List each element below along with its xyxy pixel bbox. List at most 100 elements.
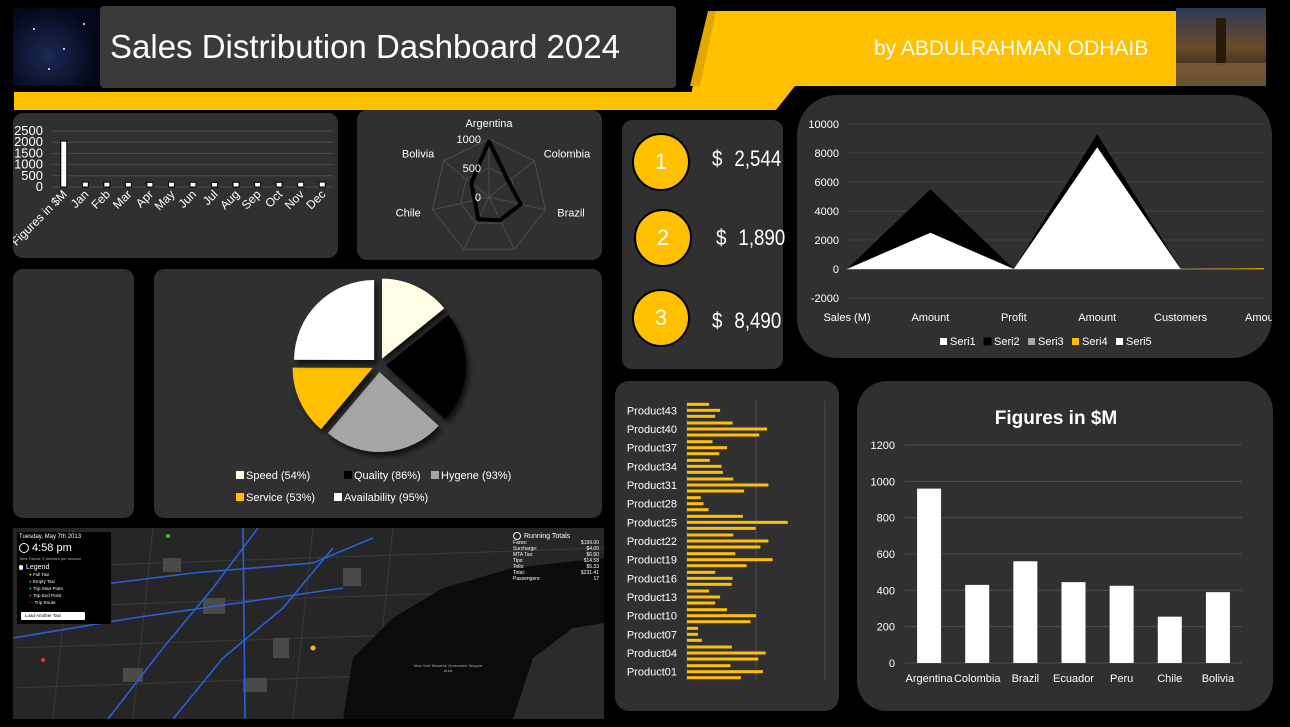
legend-label: Seri2 <box>994 336 1020 348</box>
bar <box>687 601 716 605</box>
x-tick-label: Colombia <box>954 673 1001 685</box>
map-date: Tuesday, May 7th 2013 <box>19 534 82 540</box>
kpi-3-currency: $ <box>712 308 723 333</box>
x-tick-label: Sales (M) <box>823 312 870 324</box>
y-tick-label: 2000 <box>815 235 839 247</box>
x-tick-label: Peru <box>1110 673 1133 685</box>
bar <box>167 181 175 188</box>
radar-category-label: Argentina <box>465 118 513 130</box>
y-tick-label: 4000 <box>815 206 839 218</box>
bar <box>687 402 710 406</box>
legend-label: Seri4 <box>1082 336 1108 348</box>
legend-label: Quality (86%) <box>354 470 421 482</box>
legend-swatch <box>1028 338 1035 345</box>
bar <box>1109 585 1134 663</box>
y-tick-label: Product01 <box>627 667 677 679</box>
bar <box>687 464 722 468</box>
bar <box>1157 616 1182 663</box>
x-tick-label: Figures in $M <box>13 187 70 248</box>
x-tick-label: Chile <box>1157 673 1182 685</box>
x-tick-label: Nov <box>282 187 307 212</box>
bar <box>687 446 728 450</box>
chart-title: Figures in $M <box>995 408 1117 429</box>
pie-chart: Speed (54%) Quality (86%) Hygene (93%) Serv… <box>236 278 511 504</box>
x-tick-label: Oct <box>262 187 286 211</box>
map-legend-title: Legend <box>26 564 50 571</box>
radar-category-label: Brazil <box>557 208 585 220</box>
radar-category-label: Bolivia <box>402 148 435 160</box>
y-tick-label: 600 <box>877 549 895 561</box>
legend-swatch <box>940 338 947 345</box>
x-tick-label: Sep <box>239 187 264 212</box>
y-tick-label: Product07 <box>627 629 677 641</box>
legend-label: Seri5 <box>1126 336 1152 348</box>
legend-item: ● Full Taxi <box>29 572 50 577</box>
radar-tick-label: 500 <box>463 163 481 175</box>
x-tick-label: Jun <box>176 187 200 211</box>
load-taxi-button[interactable]: Load Another Taxi <box>21 612 85 620</box>
kpi-1-value: $ 2,544 <box>712 146 781 172</box>
bar <box>687 570 716 574</box>
y-tick-label: 800 <box>877 513 895 525</box>
bar <box>687 458 710 462</box>
author-label: by ABDULRAHMAN ODHAIB <box>874 37 1149 60</box>
radar-series <box>469 139 523 223</box>
running-totals-title: Running Totals <box>524 532 571 540</box>
y-tick-label: Product16 <box>627 573 677 585</box>
accent-stripe <box>14 92 790 110</box>
legend-swatch <box>334 493 342 501</box>
bar <box>318 181 326 188</box>
x-tick-label: Customers <box>1154 312 1208 324</box>
bar <box>687 651 766 655</box>
radar-chart: ArgentinaColombiaBrazilEcuadorPeruChileB… <box>396 118 591 250</box>
x-tick-label: Amount <box>911 312 949 324</box>
y-tick-label: Product13 <box>627 592 677 604</box>
products-chart: Product43 Product40 Product37 Product34 Prod… <box>627 401 826 681</box>
bar <box>687 483 769 487</box>
bar <box>687 514 743 518</box>
bar <box>687 626 699 630</box>
x-tick-label: Aug <box>217 187 242 212</box>
kpi-1-rank-badge: 1 <box>632 133 690 191</box>
kpi-3-value: $ 8,490 <box>712 308 781 334</box>
map-info-box: Tuesday, May 7th 2013 4:58 pm Time Facto… <box>17 532 111 624</box>
bar <box>189 181 197 188</box>
bar <box>687 595 721 599</box>
legend-swatch <box>236 493 244 501</box>
y-tick-label: Product37 <box>627 443 677 455</box>
bar <box>687 545 761 549</box>
y-tick-label: Product22 <box>627 536 677 548</box>
bar <box>687 421 733 425</box>
y-tick-label: Product31 <box>627 480 677 492</box>
bar <box>687 440 713 444</box>
y-tick-label: Product04 <box>627 648 677 660</box>
empty-panel <box>13 269 134 518</box>
taxi-map[interactable]: Tuesday, May 7th 2013 4:58 pm Time Facto… <box>13 528 604 719</box>
x-tick-label: Dec <box>303 187 328 212</box>
y-tick-label: 2500 <box>14 123 43 138</box>
bar <box>60 140 68 188</box>
bar <box>687 608 728 612</box>
bar <box>1205 592 1230 663</box>
bar <box>124 181 132 188</box>
x-tick-label: Jan <box>68 187 92 211</box>
bar <box>687 539 769 543</box>
bar <box>687 582 732 586</box>
kpi-2-amount: 1,890 <box>738 225 786 250</box>
bar <box>687 496 701 500</box>
bar <box>687 408 721 412</box>
x-tick-label: Brazil <box>1012 673 1040 685</box>
map-landmark-label: New York Museum Greenwich Seaport Area <box>413 663 483 673</box>
bar <box>687 620 751 624</box>
countries-chart: Figures in $M 0 200 400 600 800 1000 1200 Argen… <box>871 408 1242 685</box>
y-tick-label: 1000 <box>871 476 895 488</box>
x-tick-label: Profit <box>1001 312 1027 324</box>
bar <box>687 414 716 418</box>
legend-swatch <box>236 471 244 479</box>
bar <box>687 433 760 437</box>
totals-label: Passengers: <box>513 576 541 582</box>
kpi-2-rank-badge: 2 <box>634 209 692 267</box>
legend-swatch <box>1116 338 1123 345</box>
kpi-2-value: $ 1,890 <box>716 225 785 251</box>
kpi-1-currency: $ <box>712 146 723 171</box>
